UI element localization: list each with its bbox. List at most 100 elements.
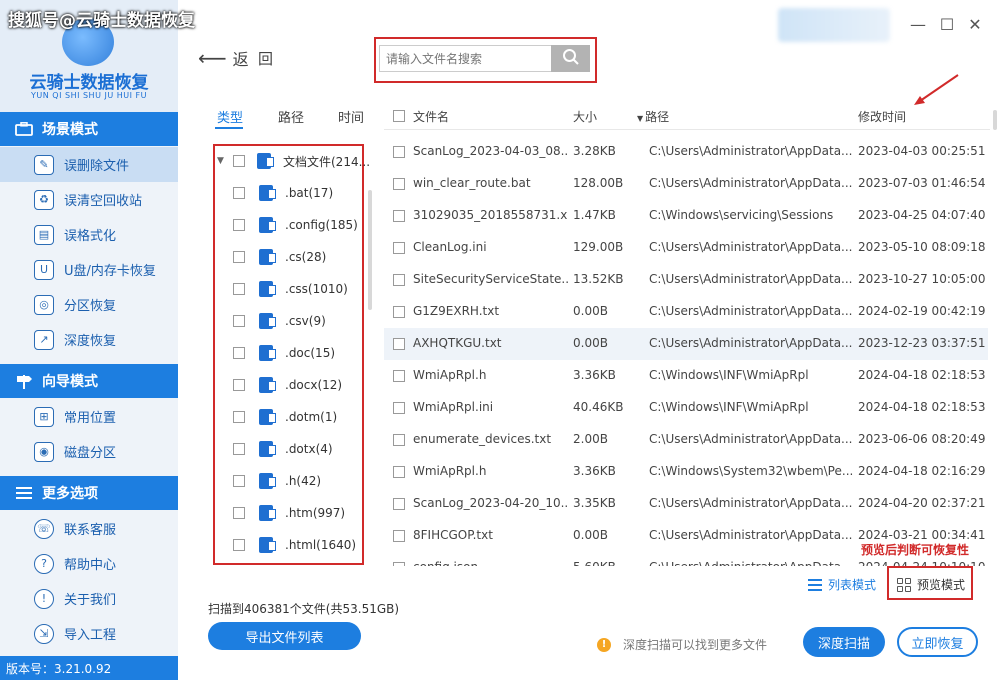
tree-item[interactable]: .csv(9) xyxy=(217,311,326,331)
tab-time[interactable]: 时间 xyxy=(338,107,364,126)
table-row[interactable]: WmiApRpl.ini 40.46KB C:\Windows\INF\WmiApR… xyxy=(384,392,988,424)
column-header-mtime[interactable]: 修改时间 xyxy=(858,108,906,125)
table-row[interactable]: win_clear_route.bat 128.00B C:\Users\Admin… xyxy=(384,168,988,200)
tree-item[interactable]: .h(42) xyxy=(217,471,321,491)
tree-checkbox[interactable] xyxy=(233,443,245,455)
sidebar-item-common-location[interactable]: ⊞ 常用位置 xyxy=(0,399,178,434)
table-row[interactable]: CleanLog.ini 129.00B C:\Users\Administrato… xyxy=(384,232,988,264)
back-button[interactable]: ⟵ 返 xyxy=(198,46,249,70)
tree-item[interactable]: .dotx(4) xyxy=(217,439,333,459)
row-checkbox[interactable] xyxy=(393,210,405,222)
tree-checkbox[interactable] xyxy=(233,507,245,519)
sidebar-item-usb[interactable]: U U盘/内存卡恢复 xyxy=(0,252,178,287)
table-row[interactable]: G1Z9EXRH.txt 0.00B C:\Users\Administrator\… xyxy=(384,296,988,328)
tree-checkbox[interactable] xyxy=(233,283,245,295)
tree-checkbox[interactable] xyxy=(233,315,245,327)
table-scrollbar[interactable] xyxy=(993,110,997,130)
section-title: 场景模式 xyxy=(42,122,98,138)
header-divider xyxy=(384,129,990,130)
section-scene-mode[interactable]: 场景模式 xyxy=(0,112,178,146)
tree-checkbox[interactable] xyxy=(233,219,245,231)
section-guide-mode[interactable]: 向导模式 xyxy=(0,364,178,398)
column-header-size[interactable]: 大小 xyxy=(573,108,597,125)
minimize-icon[interactable]: — xyxy=(908,14,928,34)
tree-checkbox[interactable] xyxy=(233,379,245,391)
tree-item[interactable]: .config(185) xyxy=(217,215,358,235)
row-checkbox[interactable] xyxy=(393,498,405,510)
close-icon[interactable]: ✕ xyxy=(965,14,985,34)
partition-icon: ◎ xyxy=(34,294,54,315)
tree-checkbox[interactable] xyxy=(233,347,245,359)
tree-item[interactable]: .htm(997) xyxy=(217,503,345,523)
table-row[interactable]: WmiApRpl.h 3.36KB C:\Windows\INF\WmiApRpl 2… xyxy=(384,360,988,392)
sidebar-item-help[interactable]: ? 帮助中心 xyxy=(0,546,178,581)
sidebar-item-format[interactable]: ▤ 误格式化 xyxy=(0,217,178,252)
search-button[interactable] xyxy=(551,45,590,72)
sidebar-item-about[interactable]: ! 关于我们 xyxy=(0,581,178,616)
tree-item[interactable]: .docx(12) xyxy=(217,375,342,395)
table-row[interactable]: WmiApRpl.h 3.36KB C:\Windows\System32\wbem… xyxy=(384,456,988,488)
sidebar-item-import[interactable]: ⇲ 导入工程 xyxy=(0,616,178,651)
row-checkbox[interactable] xyxy=(393,338,405,350)
tree-checkbox[interactable] xyxy=(233,411,245,423)
row-checkbox[interactable] xyxy=(393,274,405,286)
tree-item[interactable]: .doc(15) xyxy=(217,343,335,363)
tree-item-label: .config(185) xyxy=(285,218,358,232)
tree-item[interactable]: .cs(28) xyxy=(217,247,326,267)
sidebar-item-disk-partition[interactable]: ◉ 磁盘分区 xyxy=(0,434,178,469)
table-row[interactable]: enumerate_devices.txt 2.00B C:\Users\Admin… xyxy=(384,424,988,456)
search-input[interactable] xyxy=(379,45,551,72)
maximize-icon[interactable]: ☐ xyxy=(937,14,957,34)
tab-path[interactable]: 路径 xyxy=(278,107,304,126)
tree-item[interactable]: .bat(17) xyxy=(217,183,333,203)
sidebar-item-deep-recover[interactable]: ↗ 深度恢复 xyxy=(0,322,178,357)
row-checkbox[interactable] xyxy=(393,562,405,566)
deep-scan-button[interactable]: 深度扫描 xyxy=(803,627,885,657)
select-all-checkbox[interactable] xyxy=(393,110,405,122)
tab-type[interactable]: 类型 xyxy=(217,107,243,126)
row-checkbox[interactable] xyxy=(393,306,405,318)
table-row[interactable]: 31029035_2018558731.x... 1.47KB C:\Windows… xyxy=(384,200,988,232)
sidebar-item-customer-service[interactable]: ☏ 联系客服 xyxy=(0,511,178,546)
tree-scrollbar[interactable] xyxy=(368,190,372,310)
home-button[interactable]: 回 xyxy=(258,48,273,69)
preview-mode-button[interactable]: 预览模式 xyxy=(897,576,965,593)
sidebar-item-deleted-file[interactable]: ✎ 误删除文件 xyxy=(0,147,178,182)
recover-now-button[interactable]: 立即恢复 xyxy=(897,627,978,657)
cell-mtime: 2023-05-10 08:09:18 xyxy=(858,240,986,254)
tree-checkbox[interactable] xyxy=(233,539,245,551)
cell-mtime: 2023-06-06 08:20:49 xyxy=(858,432,986,446)
tree-checkbox[interactable] xyxy=(233,475,245,487)
table-row[interactable]: ScanLog_2023-04-20_10... 3.35KB C:\Users\A… xyxy=(384,488,988,520)
table-row[interactable]: SiteSecurityServiceState.... 13.52KB C:\Us… xyxy=(384,264,988,296)
tree-checkbox[interactable] xyxy=(233,251,245,263)
row-checkbox[interactable] xyxy=(393,370,405,382)
table-row[interactable]: AXHQTKGU.txt 0.00B C:\Users\Administrator\… xyxy=(384,328,988,360)
section-more-options[interactable]: 更多选项 xyxy=(0,476,178,510)
cell-mtime: 2024-03-21 00:34:41 xyxy=(858,528,986,542)
tree-item[interactable]: .html(1640) xyxy=(217,535,356,555)
row-checkbox[interactable] xyxy=(393,242,405,254)
tree-item-label: .docx(12) xyxy=(285,378,343,392)
row-checkbox[interactable] xyxy=(393,402,405,414)
tree-item[interactable]: .dotm(1) xyxy=(217,407,337,427)
caret-down-icon[interactable]: ▼ xyxy=(217,156,229,166)
row-checkbox[interactable] xyxy=(393,146,405,158)
table-row[interactable]: ScanLog_2023-04-03_08... 3.28KB C:\Users\A… xyxy=(384,136,988,168)
tree-checkbox[interactable] xyxy=(233,187,245,199)
export-list-button[interactable]: 导出文件列表 xyxy=(208,622,361,650)
sidebar-item-recycle-bin[interactable]: ♻ 误清空回收站 xyxy=(0,182,178,217)
tip-label: 深度扫描可以找到更多文件 xyxy=(623,638,768,652)
tree-checkbox[interactable] xyxy=(233,155,245,167)
row-checkbox[interactable] xyxy=(393,178,405,190)
list-mode-button[interactable]: 列表模式 xyxy=(808,576,876,593)
sidebar-item-partition[interactable]: ◎ 分区恢复 xyxy=(0,287,178,322)
row-checkbox[interactable] xyxy=(393,434,405,446)
tree-item-documents[interactable]: ▼ 文档文件(214... xyxy=(217,151,370,171)
column-header-name[interactable]: 文件名 xyxy=(413,108,449,125)
tree-item[interactable]: .css(1010) xyxy=(217,279,348,299)
document-file-icon xyxy=(259,217,276,233)
row-checkbox[interactable] xyxy=(393,530,405,542)
row-checkbox[interactable] xyxy=(393,466,405,478)
column-header-path[interactable]: ▼ 路径 xyxy=(637,108,669,125)
